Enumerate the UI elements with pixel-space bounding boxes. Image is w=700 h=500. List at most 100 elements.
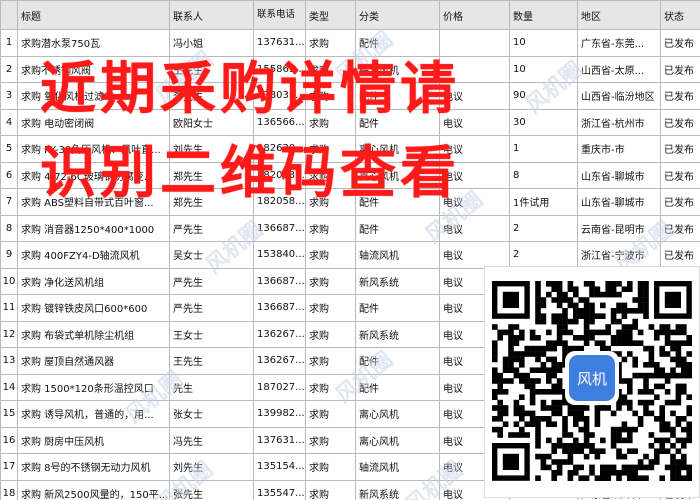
cell-category[interactable]: 离心风机 <box>355 161 440 189</box>
cell-type[interactable]: 求购 <box>305 188 356 216</box>
qr-code[interactable]: 风机 <box>484 266 700 498</box>
cell-index[interactable]: 10 <box>0 267 18 295</box>
cell-type[interactable]: 求购 <box>305 241 356 269</box>
table-row[interactable]: 4 求购 电动密闭阀 欧阳女士 136566... 求购 配件 电议 30 浙江省-杭州市 已发布 <box>0 108 700 136</box>
cell-contact[interactable]: 王女士 <box>169 320 254 348</box>
cell-phone[interactable]: 136267... <box>253 347 306 375</box>
cell-title[interactable]: 求购 FY-30负压风机、风叶直... <box>17 135 170 163</box>
cell-price[interactable]: 电议 <box>439 82 510 110</box>
cell-phone[interactable]: 138035... <box>253 82 306 110</box>
cell-phone[interactable]: 136687... <box>253 267 306 295</box>
cell-title[interactable]: 求购 氧化风机过滤布 <box>17 82 170 110</box>
cell-phone[interactable]: 135547... <box>253 479 306 500</box>
table-row[interactable]: 8 求购 消音器1250*400*1000 严先生 136687... 求购 配件 电议 2 云… <box>0 214 700 242</box>
cell-index[interactable]: 9 <box>0 241 18 269</box>
cell-index[interactable]: 15 <box>0 400 18 428</box>
header-type[interactable]: 类型 <box>305 0 356 30</box>
cell-region[interactable]: 山东省-聊城市 <box>577 188 661 216</box>
cell-price[interactable] <box>439 29 510 57</box>
cell-quantity[interactable]: 2 <box>509 241 578 269</box>
header-status[interactable]: 状态 <box>660 0 700 30</box>
cell-price[interactable]: 电议 <box>439 241 510 269</box>
cell-index[interactable]: 14 <box>0 373 18 401</box>
cell-index[interactable]: 12 <box>0 320 18 348</box>
cell-quantity[interactable]: 1件试用 <box>509 188 578 216</box>
header-title[interactable]: 标题 <box>17 0 170 30</box>
cell-contact[interactable]: 欧阳女士 <box>169 108 254 136</box>
cell-index[interactable]: 18 <box>0 479 18 500</box>
cell-contact[interactable]: 冯先生 <box>169 426 254 454</box>
cell-contact[interactable]: 冯小姐 <box>169 29 254 57</box>
cell-contact[interactable]: 郑先生 <box>169 188 254 216</box>
cell-region[interactable]: 山东省-聊城市 <box>577 161 661 189</box>
cell-title[interactable]: 求购 消音器1250*400*1000 <box>17 214 170 242</box>
cell-quantity[interactable]: 1 <box>509 135 578 163</box>
cell-category[interactable]: 离心风机 <box>355 426 440 454</box>
cell-quantity[interactable]: 2 <box>509 214 578 242</box>
header-price[interactable]: 价格 <box>439 0 510 30</box>
cell-index[interactable]: 17 <box>0 453 18 481</box>
cell-index[interactable]: 16 <box>0 426 18 454</box>
cell-type[interactable]: 求购 <box>305 320 356 348</box>
cell-index[interactable]: 4 <box>0 108 18 136</box>
cell-category[interactable]: 离心风机 <box>355 400 440 428</box>
cell-status[interactable]: 已发布 <box>660 161 700 189</box>
cell-type[interactable]: 求购 <box>305 426 356 454</box>
cell-title[interactable]: 求购潜水泵750瓦 <box>17 29 170 57</box>
cell-status[interactable]: 已发布 <box>660 135 700 163</box>
table-row[interactable]: 9 求购 400FZY4-D轴流风机 吴女士 153840... 求购 轴流风机 电议 2 浙江… <box>0 241 700 269</box>
cell-phone[interactable]: 137631... <box>253 426 306 454</box>
cell-price[interactable]: 电议 <box>439 161 510 189</box>
cell-status[interactable]: 已发布 <box>660 82 700 110</box>
cell-phone[interactable]: 153840... <box>253 241 306 269</box>
cell-phone[interactable]: 136267... <box>253 320 306 348</box>
cell-phone[interactable]: 187027... <box>253 373 306 401</box>
cell-category[interactable]: 配件 <box>355 108 440 136</box>
cell-index[interactable]: 8 <box>0 214 18 242</box>
header-quantity[interactable]: 数量 <box>509 0 578 30</box>
cell-contact[interactable]: 刘先生 <box>169 135 254 163</box>
cell-type[interactable]: 求购 <box>305 108 356 136</box>
header-contact[interactable]: 联系人 <box>169 0 254 30</box>
cell-phone[interactable]: 155869... <box>253 55 306 83</box>
cell-phone[interactable]: 136687... <box>253 294 306 322</box>
cell-index[interactable]: 3 <box>0 82 18 110</box>
cell-category[interactable]: 配件 <box>355 82 440 110</box>
cell-title[interactable]: 求购不锈钢风阀 <box>17 55 170 83</box>
header-category[interactable]: 分类 <box>355 0 440 30</box>
table-row[interactable]: 7 求购 ABS塑料自带式百叶窗... 郑先生 182058... 求购 配件 电议 1件试用… <box>0 188 700 216</box>
cell-index[interactable]: 7 <box>0 188 18 216</box>
cell-price[interactable] <box>439 55 510 83</box>
cell-type[interactable]: 求购 <box>305 135 356 163</box>
cell-phone[interactable]: 137631... <box>253 29 306 57</box>
cell-title[interactable]: 求购 ABS塑料自带式百叶窗... <box>17 188 170 216</box>
cell-index[interactable]: 13 <box>0 347 18 375</box>
cell-region[interactable]: 重庆市-市 <box>577 135 661 163</box>
cell-category[interactable]: 配件 <box>355 188 440 216</box>
cell-type[interactable]: 求购 <box>305 161 356 189</box>
cell-index[interactable]: 11 <box>0 294 18 322</box>
cell-quantity[interactable]: 8 <box>509 161 578 189</box>
cell-title[interactable]: 求购 屋顶自然通风器 <box>17 347 170 375</box>
cell-status[interactable]: 已发布 <box>660 55 700 83</box>
cell-region[interactable]: 山西省-临汾地区 <box>577 82 661 110</box>
header-index[interactable] <box>0 0 18 30</box>
cell-type[interactable]: 求购 <box>305 267 356 295</box>
header-region[interactable]: 地区 <box>577 0 661 30</box>
table-row[interactable]: 6 求购 4-72-6C玻璃钢防腐变... 郑先生 182053... 求购 离心风机 电议… <box>0 161 700 189</box>
cell-category[interactable]: 轴流风机 <box>355 241 440 269</box>
cell-phone[interactable]: 182053... <box>253 161 306 189</box>
cell-region[interactable]: 广东省-东莞... <box>577 29 661 57</box>
cell-title[interactable]: 求购 布袋式单机除尘机组 <box>17 320 170 348</box>
cell-type[interactable]: 求购 <box>305 294 356 322</box>
cell-title[interactable]: 求购 4-72-6C玻璃钢防腐变... <box>17 161 170 189</box>
cell-contact[interactable]: 郑先生 <box>169 161 254 189</box>
cell-region[interactable]: 山西省-太原... <box>577 55 661 83</box>
cell-title[interactable]: 求购 400FZY4-D轴流风机 <box>17 241 170 269</box>
cell-phone[interactable]: 182058... <box>253 188 306 216</box>
cell-price[interactable]: 电议 <box>439 135 510 163</box>
cell-title[interactable]: 求购 镀锌铁皮风口600*600 <box>17 294 170 322</box>
cell-title[interactable]: 求购 净化送风机组 <box>17 267 170 295</box>
cell-index[interactable]: 2 <box>0 55 18 83</box>
cell-contact[interactable]: 张女士 <box>169 400 254 428</box>
